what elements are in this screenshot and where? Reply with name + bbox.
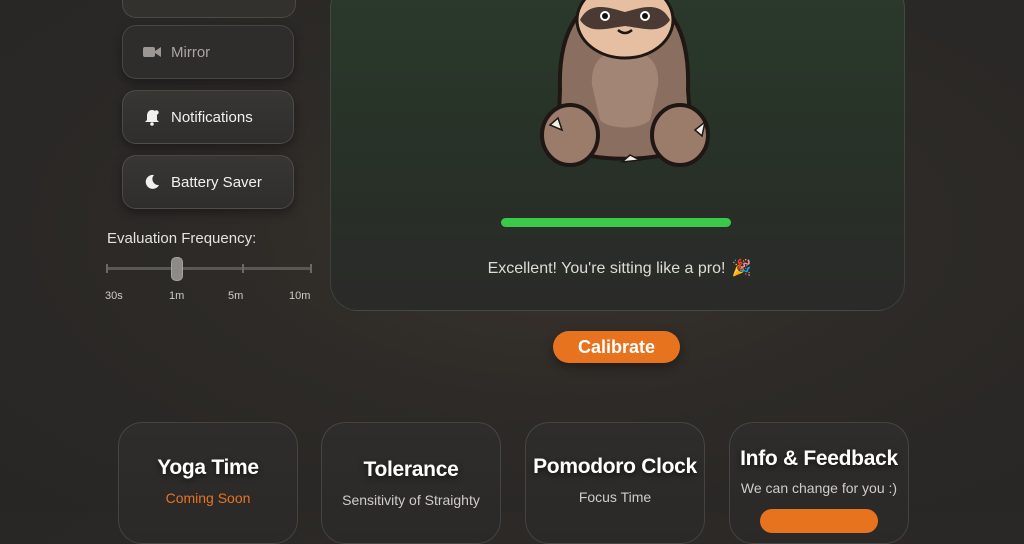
mirror-label: Mirror [171,43,211,61]
sloth-mascot-icon [540,0,710,167]
mirror-button[interactable]: Mirror [122,25,294,79]
video-camera-icon [143,43,161,61]
posture-status-text: Excellent! You're sitting like a pro! 🎉 [0,258,1024,278]
posture-progress-bar [501,218,731,227]
card-title: Pomodoro Clock [533,455,697,478]
tick-label-5m: 5m [228,290,244,302]
card-subtitle: Coming Soon [165,490,251,506]
tick-label-30s: 30s [105,290,123,302]
battery-saver-label: Battery Saver [171,173,262,191]
card-title: Info & Feedback [740,447,898,470]
card-tolerance[interactable]: Tolerance Sensitivity of Straighty [321,422,501,544]
card-info-feedback[interactable]: Info & Feedback We can change for you :) [729,422,909,544]
party-popper-icon: 🎉 [731,260,752,277]
status-message: Excellent! You're sitting like a pro! [487,260,726,277]
card-title: Yoga Time [157,456,259,479]
battery-saver-button[interactable]: Battery Saver [122,155,294,209]
evaluation-frequency-label: Evaluation Frequency: [107,230,257,247]
card-title: Tolerance [363,458,459,481]
card-pomodoro-clock[interactable]: Pomodoro Clock Focus Time [525,422,705,544]
moon-icon [143,173,161,191]
calibrate-button[interactable]: Calibrate [553,331,680,363]
sidebar-button-partial[interactable] [122,0,296,18]
card-subtitle: Sensitivity of Straighty [342,492,480,508]
tick-label-1m: 1m [169,290,185,302]
card-yoga-time[interactable]: Yoga Time Coming Soon [118,422,298,544]
feedback-button[interactable] [760,509,878,533]
card-subtitle: We can change for you :) [740,480,898,496]
notifications-label: Notifications [171,108,253,126]
tick-label-10m: 10m [289,290,311,302]
notifications-button[interactable]: Notifications [122,90,294,144]
bell-icon [143,108,161,126]
card-subtitle: Focus Time [578,489,652,505]
